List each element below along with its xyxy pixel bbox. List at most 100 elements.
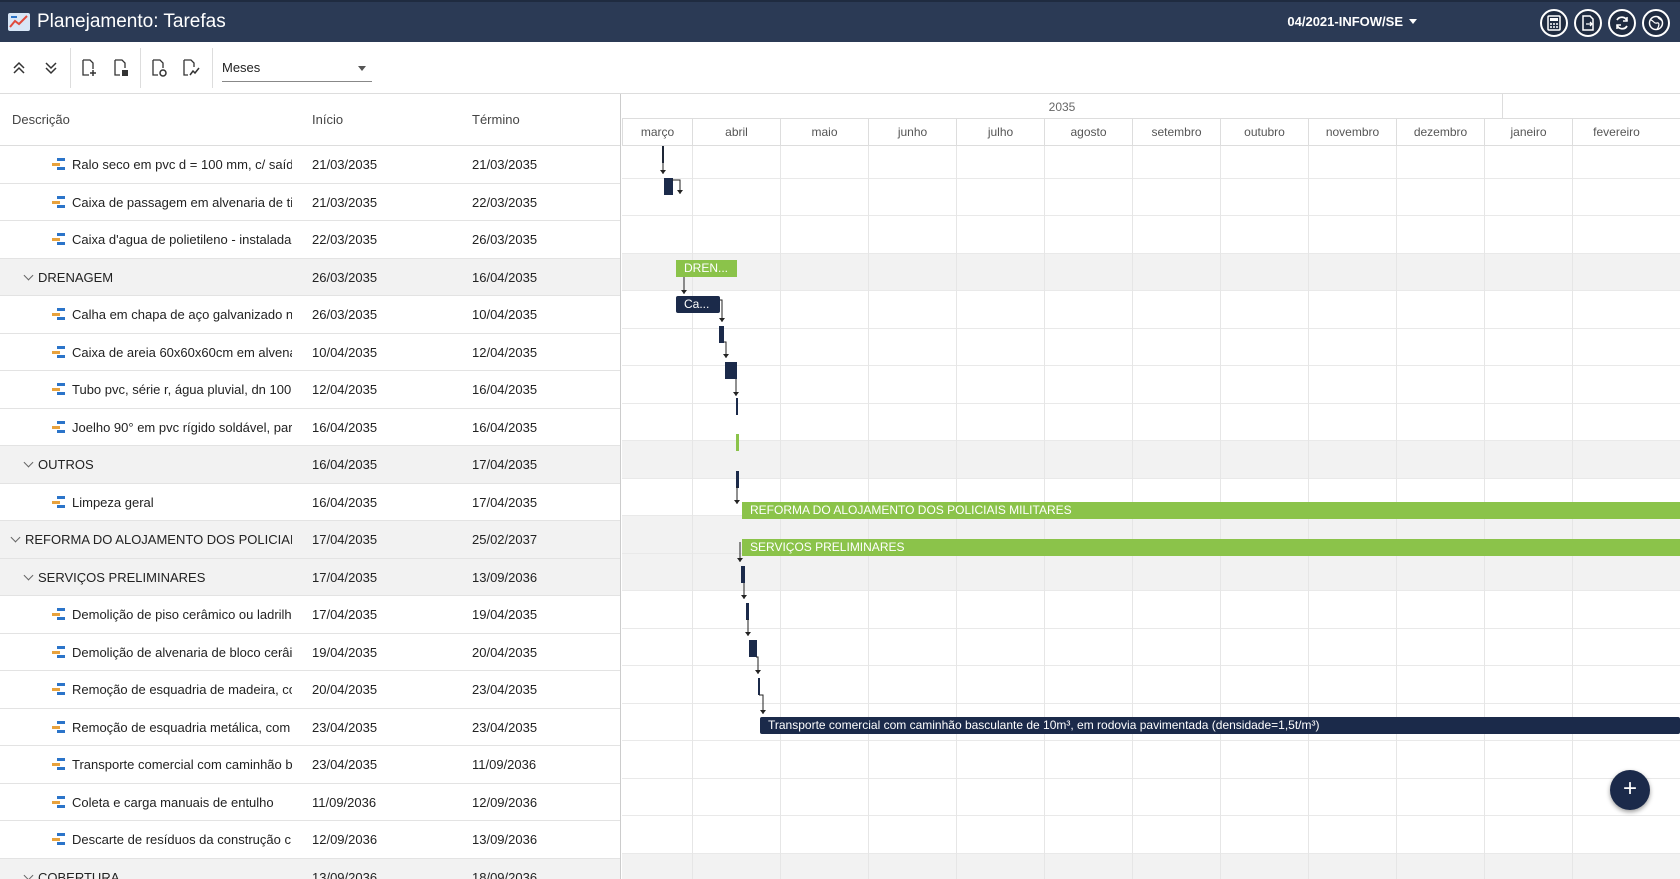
year-divider xyxy=(1502,94,1503,119)
refresh-icon xyxy=(1616,16,1628,30)
chevron-down-icon[interactable] xyxy=(10,532,21,543)
arrow-head-icon xyxy=(760,710,766,714)
globe-button[interactable] xyxy=(1642,9,1670,37)
task-bar-mark[interactable] xyxy=(719,326,724,343)
timeline-year-header: 2035 xyxy=(622,94,1680,119)
month-label: fevereiro xyxy=(1572,119,1660,146)
task-row[interactable]: Demolição de alvenaria de bloco cerâi 19/… xyxy=(0,634,620,671)
task-row[interactable]: Limpeza geral 16/04/2035 17/04/2035 xyxy=(0,484,620,521)
task-description: Caixa de areia 60x60x60cm em alvena xyxy=(72,344,292,360)
task-description: DRENAGEM xyxy=(38,269,114,285)
time-scale-select[interactable]: Meses xyxy=(222,56,372,82)
chevron-down-icon xyxy=(1409,19,1417,24)
task-row[interactable]: Caixa d'agua de polietileno - instalada 2… xyxy=(0,221,620,259)
column-header-end[interactable]: Término xyxy=(472,112,520,127)
chevron-down-icon[interactable] xyxy=(23,870,34,879)
toolbar-divider xyxy=(70,48,71,88)
task-end-date: 25/02/2037 xyxy=(472,532,538,547)
task-end-date: 23/04/2035 xyxy=(472,719,538,735)
task-row[interactable]: Joelho 90° em pvc rígido soldável, par 16… xyxy=(0,409,620,446)
column-header-description[interactable]: Descrição xyxy=(12,112,70,127)
delete-task-icon xyxy=(114,59,128,76)
summary-bar-reforma[interactable]: REFORMA DO ALOJAMENTO DOS POLICIAIS MILI… xyxy=(742,502,1680,519)
task-end-date: 21/03/2035 xyxy=(472,157,538,172)
task-row[interactable]: Remoção de esquadria de madeira, co 20/04… xyxy=(0,671,620,709)
task-row[interactable]: Descarte de resíduos da construção c 12/0… xyxy=(0,821,620,859)
task-end-date: 12/09/2036 xyxy=(472,794,538,810)
file-export-icon xyxy=(1582,15,1594,31)
summary-bar-drenagem[interactable]: DREN... xyxy=(676,260,737,277)
task-end-date: 17/04/2035 xyxy=(472,494,538,510)
task-start-date: 10/04/2035 xyxy=(312,344,378,360)
gantt-chart-icon xyxy=(8,13,30,31)
month-label: junho xyxy=(868,119,956,146)
task-row[interactable]: Caixa de areia 60x60x60cm em alvena 10/04… xyxy=(0,334,620,371)
task-start-date: 13/09/2036 xyxy=(312,869,378,879)
task-settings-button[interactable] xyxy=(147,56,171,80)
calculator-button[interactable] xyxy=(1540,9,1568,37)
critical-path-button[interactable] xyxy=(179,56,203,80)
group-row[interactable]: SERVIÇOS PRELIMINARES 17/04/2035 13/09/203… xyxy=(0,558,620,596)
export-button[interactable] xyxy=(1574,9,1602,37)
task-icon xyxy=(51,607,66,621)
task-icon xyxy=(51,232,66,246)
task-bar-mark[interactable] xyxy=(736,434,739,451)
task-description: Caixa de passagem em alvenaria de ti xyxy=(72,194,292,210)
expand-all-icon xyxy=(45,62,57,75)
task-settings-icon xyxy=(152,59,167,77)
project-label: 04/2021-INFOW/SE xyxy=(1287,14,1403,29)
add-task-button[interactable] xyxy=(77,56,101,80)
task-row[interactable]: Calha em chapa de aço galvanizado n 26/03… xyxy=(0,296,620,334)
task-icon xyxy=(51,495,66,509)
group-row[interactable]: COBERTURA 13/09/2036 18/09/2036 xyxy=(0,858,620,879)
chevron-down-icon[interactable] xyxy=(23,270,34,280)
task-start-date: 20/04/2035 xyxy=(312,682,378,697)
gantt-chart: 2035 março abril maio junho julho agosto setem… xyxy=(622,94,1680,879)
task-bar-mark[interactable] xyxy=(746,603,749,620)
task-row[interactable]: Coleta e carga manuais de entulho 11/09/2… xyxy=(0,784,620,821)
group-row[interactable]: REFORMA DO ALOJAMENTO DOS POLICIAIS M 17/… xyxy=(0,521,620,559)
task-bar-mark[interactable] xyxy=(758,678,760,695)
summary-bar-servicos-preliminares[interactable]: SERVIÇOS PRELIMINARES xyxy=(742,539,1680,556)
task-row[interactable]: Demolição de piso cerâmico ou ladrilh 17/… xyxy=(0,596,620,634)
task-bar-transporte[interactable]: Transporte comercial com caminhão bascul… xyxy=(760,717,1680,734)
task-bar-caixa[interactable]: Ca... xyxy=(676,296,720,313)
task-bar-mark[interactable] xyxy=(741,566,745,583)
month-label: abril xyxy=(692,119,780,146)
task-description: Limpeza geral xyxy=(72,494,154,510)
task-start-date: 26/03/2035 xyxy=(312,269,378,285)
group-row[interactable]: DRENAGEM 26/03/2035 16/04/2035 xyxy=(0,258,620,296)
gantt-body: DREN... Ca... REFORMA DO ALOJAMENTO DOS … xyxy=(622,146,1680,879)
task-description: Coleta e carga manuais de entulho xyxy=(72,794,274,810)
task-description: Demolição de piso cerâmico ou ladrilh xyxy=(72,607,292,622)
chevron-down-icon[interactable] xyxy=(23,570,34,580)
project-selector[interactable]: 04/2021-INFOW/SE xyxy=(1287,14,1417,29)
month-label: janeiro xyxy=(1484,119,1572,146)
critical-path-icon xyxy=(183,59,200,76)
arrow-head-icon xyxy=(681,290,687,294)
column-header-start[interactable]: Início xyxy=(312,112,343,127)
task-row[interactable]: Transporte comercial com caminhão b 23/04… xyxy=(0,746,620,784)
task-bar-mark[interactable] xyxy=(664,178,673,195)
grid-header: Descrição Início Término xyxy=(0,94,620,146)
refresh-button[interactable] xyxy=(1608,9,1636,37)
task-row[interactable]: Tubo pvc, série r, água pluvial, dn 100 … xyxy=(0,371,620,409)
collapse-all-button[interactable] xyxy=(7,56,31,80)
expand-all-button[interactable] xyxy=(39,56,63,80)
task-end-date: 10/04/2035 xyxy=(472,307,538,322)
task-bar-mark[interactable] xyxy=(749,640,757,657)
task-end-date: 11/09/2036 xyxy=(472,757,537,772)
task-row[interactable]: Ralo seco em pvc d = 100 mm, c/ saíd 21/0… xyxy=(0,146,620,184)
task-description: REFORMA DO ALOJAMENTO DOS POLICIAIS M xyxy=(25,532,292,547)
group-row[interactable]: OUTROS 16/04/2035 17/04/2035 xyxy=(0,446,620,484)
delete-task-button[interactable] xyxy=(109,56,133,80)
task-bar-mark[interactable] xyxy=(736,398,738,415)
add-task-icon xyxy=(82,59,96,76)
arrow-head-icon xyxy=(733,392,739,396)
chevron-down-icon[interactable] xyxy=(23,457,34,468)
task-bar-mark[interactable] xyxy=(736,471,739,488)
task-bar-mark[interactable] xyxy=(725,362,737,379)
task-row[interactable]: Remoção de esquadria metálica, com 23/04/… xyxy=(0,709,620,746)
add-fab-button[interactable]: + xyxy=(1610,770,1650,810)
task-row[interactable]: Caixa de passagem em alvenaria de ti 21/0… xyxy=(0,184,620,221)
